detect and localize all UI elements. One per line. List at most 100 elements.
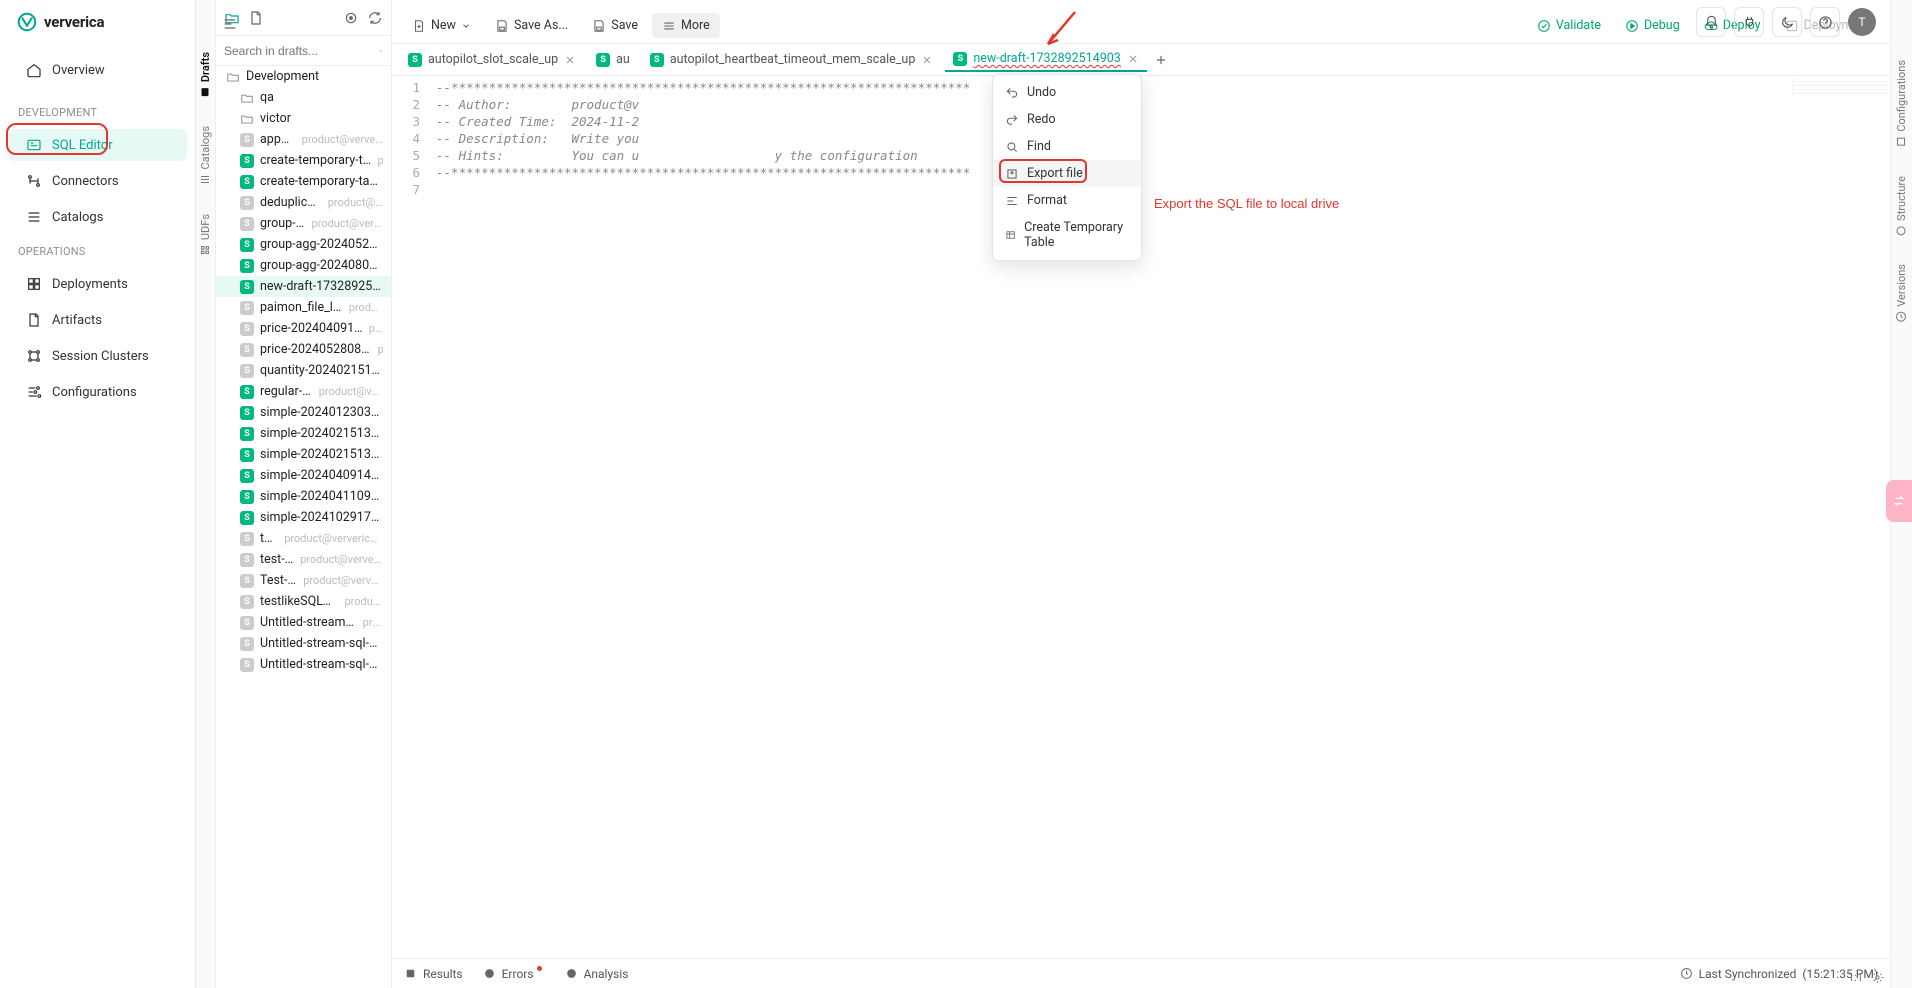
dd-find[interactable]: Find (993, 133, 1141, 160)
tree-file[interactable]: StestlikeSQLClientproduct... (216, 591, 391, 612)
editor-tab[interactable]: Sautopilot_heartbeat_timeout_mem_scale_u… (642, 48, 942, 71)
sql-file-badge-icon: S (240, 469, 254, 483)
floating-action-button[interactable] (1886, 480, 1912, 522)
tree-file-label: regular-join (260, 384, 313, 399)
tree-search-input[interactable] (224, 44, 379, 58)
user-avatar[interactable]: T (1848, 8, 1876, 36)
nav-catalogs[interactable]: Catalogs (8, 201, 187, 233)
dd-export-file[interactable]: Export file (993, 160, 1141, 187)
tree-file[interactable]: Sappendproduct@ververic... (216, 129, 391, 150)
tree-file[interactable]: Sdeduplicationproduct@ve... (216, 192, 391, 213)
nav-configurations[interactable]: Configurations (8, 376, 187, 408)
ribbon-catalogs[interactable]: Catalogs (199, 126, 212, 186)
editor-tab[interactable]: Sautopilot_slot_scale_up (400, 48, 584, 71)
list-icon (662, 19, 676, 33)
sql-file-badge-icon: S (240, 616, 254, 630)
results-tab[interactable]: Results (404, 967, 463, 981)
tree-file[interactable]: Stestproduct@ververica.co... (216, 528, 391, 549)
tree-file[interactable]: Squantity-20240215133030 (216, 360, 391, 381)
save-button[interactable]: Save (582, 13, 648, 38)
gear-icon[interactable] (1871, 971, 1884, 984)
sidebar-collapse-icon[interactable] (222, 16, 238, 32)
right-ribbon-versions[interactable]: Versions (1895, 264, 1908, 323)
export-icon (1005, 167, 1019, 181)
right-ribbon-configurations[interactable]: Configurations (1895, 60, 1908, 148)
dd-redo[interactable]: Redo (993, 106, 1141, 133)
dd-undo[interactable]: Undo (993, 79, 1141, 106)
editor-tab[interactable]: Sau (588, 48, 638, 71)
close-icon[interactable] (564, 54, 576, 66)
chevron-down-icon (461, 21, 471, 31)
tree-file[interactable]: Sgroup-agg-2024052808452 (216, 234, 391, 255)
nav-sql-editor[interactable]: SQL Editor (8, 129, 187, 161)
tree-file[interactable]: Ssimple-20240409143528 (216, 465, 391, 486)
tree-file[interactable]: Sprice-20240528084436p (216, 339, 391, 360)
tree-folder-victor[interactable]: victor (216, 108, 391, 129)
tree-file[interactable]: Ssimple-20240123030411 (216, 402, 391, 423)
dd-create-temp-table[interactable]: Create Temporary Table (993, 214, 1141, 256)
validate-button[interactable]: Validate (1527, 13, 1611, 38)
sql-editor-icon (26, 137, 42, 153)
debug-button[interactable]: Debug (1615, 13, 1690, 38)
minimap[interactable] (1792, 78, 1888, 96)
tree-file-subtitle: product@ververic... (303, 574, 383, 587)
ribbon-drafts[interactable]: Drafts (199, 52, 212, 98)
tree-folder-development[interactable]: Development (216, 66, 391, 87)
sql-file-badge-icon: S (240, 511, 254, 525)
tree-file[interactable]: Ssimple-20241029170516 (216, 507, 391, 528)
help-button[interactable] (1810, 7, 1840, 37)
tree-file[interactable]: Spaimon_file_layoutproduc... (216, 297, 391, 318)
folder-icon (240, 112, 254, 126)
tree-file[interactable]: Ssimple-20240411094012 (216, 486, 391, 507)
close-icon[interactable] (1127, 53, 1139, 65)
nav-overview[interactable]: Overview (8, 54, 187, 86)
theme-button[interactable] (1772, 7, 1802, 37)
notifications-button[interactable] (1696, 7, 1726, 37)
editor-tab[interactable]: Snew-draft-1732892514903 (945, 47, 1146, 72)
new-button[interactable]: New (402, 13, 481, 38)
nav-artifacts[interactable]: Artifacts (8, 304, 187, 336)
nav-deployments-label: Deployments (52, 277, 128, 292)
tree-file[interactable]: Stest-dbproduct@ververic... (216, 549, 391, 570)
tree-file[interactable]: SUntitled-stream-sqlprod (216, 612, 391, 633)
tree-file[interactable]: SUntitled-stream-sql-202407 (216, 654, 391, 675)
close-icon[interactable] (921, 54, 933, 66)
locate-icon[interactable] (343, 10, 359, 26)
dd-format[interactable]: Format (993, 187, 1141, 214)
add-tab-button[interactable] (1151, 50, 1171, 70)
tree-file[interactable]: Sgroup-aggproduct@ververi... (216, 213, 391, 234)
tree-file[interactable]: Sgroup-agg-2024080117285 (216, 255, 391, 276)
brand-logo[interactable]: ververica (0, 0, 195, 44)
tree-file[interactable]: Snew-draft-1732892514903 (216, 276, 391, 297)
undo-icon (1005, 86, 1019, 100)
search-icon[interactable] (379, 44, 383, 58)
tree-file[interactable]: Screate-temporary-table-2024 (216, 171, 391, 192)
tree-file[interactable]: Sregular-joinproduct@verv... (216, 381, 391, 402)
tree-file[interactable]: SUntitled-stream-sql-202404 (216, 633, 391, 654)
analysis-tab[interactable]: Analysis (565, 967, 629, 981)
tree-file[interactable]: STest-sqlproduct@ververic... (216, 570, 391, 591)
tree-folder-qa[interactable]: qa (216, 87, 391, 108)
sql-badge-icon: S (596, 53, 610, 67)
nav-connectors[interactable]: Connectors (8, 165, 187, 197)
tree-file[interactable]: Screate-temporary-tablep (216, 150, 391, 171)
tree-file[interactable]: Sprice-20240409143542pr... (216, 318, 391, 339)
nav-deployments[interactable]: Deployments (8, 268, 187, 300)
new-file-icon[interactable] (248, 10, 264, 26)
tree-file[interactable]: Ssimple-20240215132749 (216, 423, 391, 444)
tree-file-subtitle: produc... (349, 301, 383, 314)
errors-tab[interactable]: Errors (483, 967, 545, 981)
nav-session-clusters[interactable]: Session Clusters (8, 340, 187, 372)
save-as-button[interactable]: Save As... (485, 13, 578, 38)
ribbon-udfs[interactable]: UDFs (199, 214, 212, 256)
tree-file[interactable]: Ssimple-20240215133053 (216, 444, 391, 465)
editor-toolbar: New Save As... Save More Validate (392, 8, 1890, 44)
deployments-icon (26, 276, 42, 292)
right-ribbon-structure[interactable]: Structure (1895, 176, 1908, 237)
line-number: 4 (392, 131, 420, 148)
refresh-icon[interactable] (367, 10, 383, 26)
more-button[interactable]: More (652, 13, 720, 38)
code-line: -- Description: Write you (436, 131, 1890, 148)
tree-file-label: deduplication (260, 195, 322, 210)
plugin-button[interactable] (1734, 7, 1764, 37)
